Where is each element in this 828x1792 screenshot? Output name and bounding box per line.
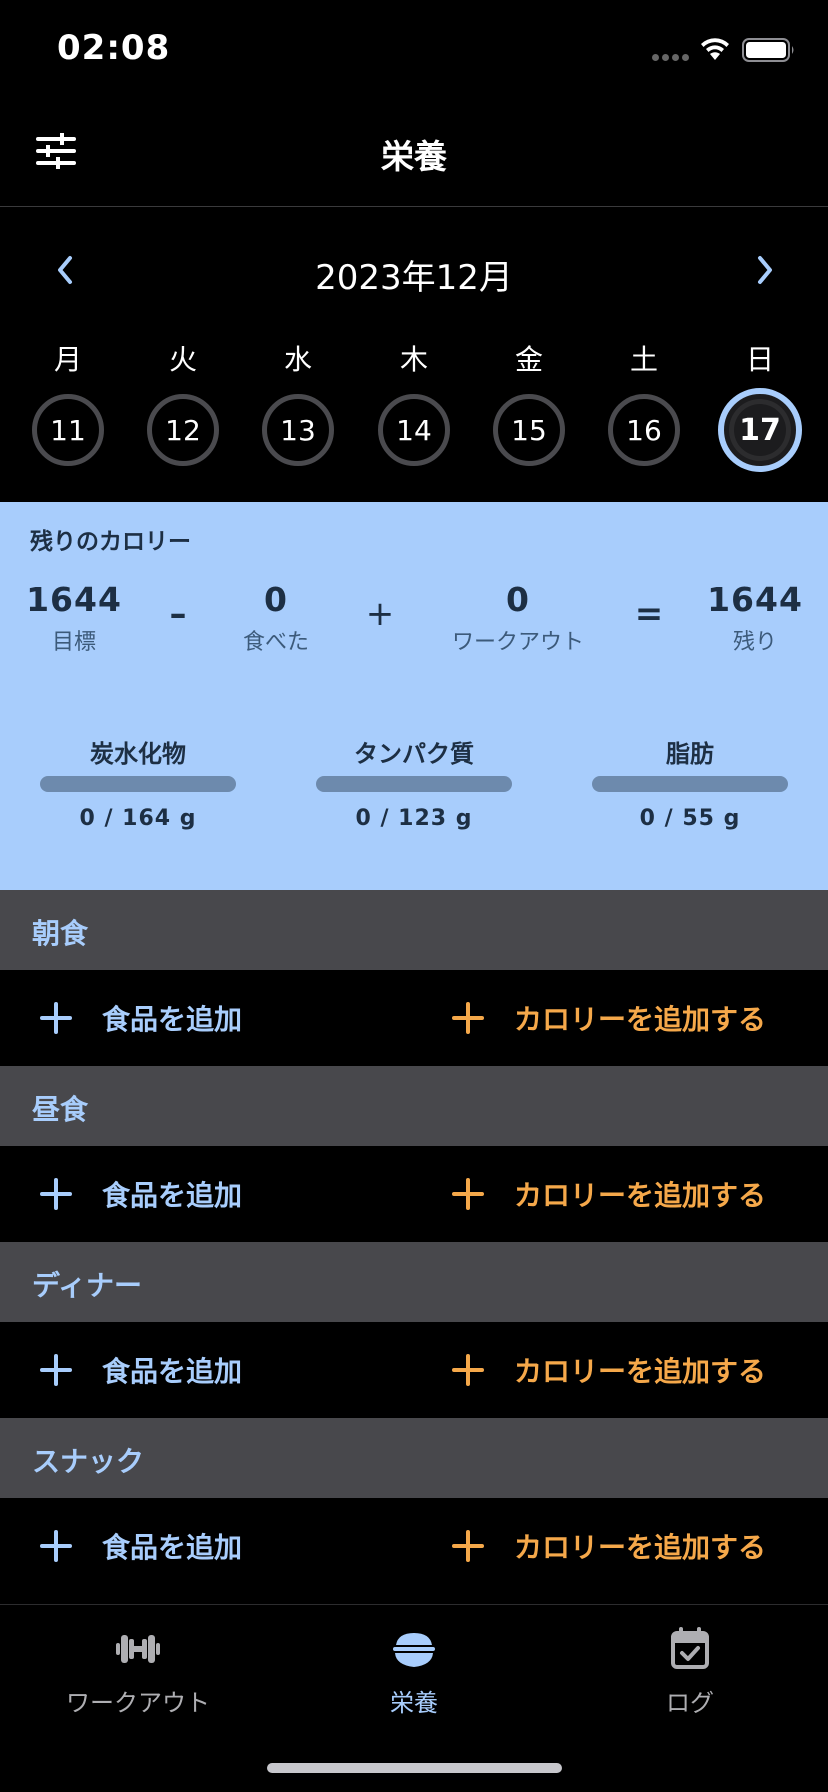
remaining-label: 残り <box>732 630 777 655</box>
plus-operator: + <box>365 594 395 634</box>
macro-fat-value: 0 / 55 g <box>639 806 741 831</box>
workout-label: ワークアウト <box>451 630 584 655</box>
add-food-label: 食品を追加 <box>102 1179 243 1212</box>
meal-header-snack: スナック <box>0 1418 828 1498</box>
day-button[interactable]: 13 <box>262 394 334 466</box>
summary-title: 残りのカロリー <box>30 529 191 555</box>
plus-icon <box>40 1002 72 1034</box>
meal-actions-breakfast: 食品を追加 カロリーを追加する <box>0 970 828 1066</box>
day-button[interactable]: 12 <box>147 394 219 466</box>
day-button[interactable]: 15 <box>493 394 565 466</box>
macro-carbs-value: 0 / 164 g <box>79 806 197 831</box>
calendar-check-icon <box>671 1627 709 1669</box>
add-food-button[interactable]: 食品を追加 <box>40 1322 242 1418</box>
goal-label: 目標 <box>51 630 96 655</box>
add-food-label: 食品を追加 <box>102 1531 243 1564</box>
rice-bowl-icon <box>393 1633 435 1667</box>
day-button[interactable]: 11 <box>32 394 104 466</box>
cellular-signal-icon <box>652 54 689 61</box>
meal-actions-lunch: 食品を追加 カロリーを追加する <box>0 1146 828 1242</box>
weekday-label: 日 <box>745 343 774 376</box>
add-calories-button[interactable]: カロリーを追加する <box>452 1322 766 1418</box>
add-calories-label: カロリーを追加する <box>514 1531 767 1564</box>
weekday-label: 土 <box>629 343 658 376</box>
macro-protein-label: タンパク質 <box>354 740 474 768</box>
add-food-button[interactable]: 食品を追加 <box>40 1498 242 1594</box>
page-title: 栄養 <box>381 137 447 176</box>
status-time: 02:08 <box>57 28 171 68</box>
macro-protein-progress-bar <box>316 776 512 792</box>
nav-header: 栄養 <box>0 100 828 207</box>
day-button[interactable]: 16 <box>608 394 680 466</box>
meal-actions-dinner: 食品を追加 カロリーを追加する <box>0 1322 828 1418</box>
macro-fat-label: 脂肪 <box>666 740 714 768</box>
weekday-label: 木 <box>399 343 428 376</box>
meal-header-lunch: 昼食 <box>0 1066 828 1146</box>
add-calories-label: カロリーを追加する <box>514 1003 767 1036</box>
meal-header-breakfast: 朝食 <box>0 890 828 970</box>
eaten-label: 食べた <box>242 630 309 655</box>
plus-icon <box>40 1178 72 1210</box>
chevron-right-icon[interactable] <box>750 252 780 288</box>
eaten-calories: 0 <box>264 580 288 619</box>
remaining-calories: 1644 <box>707 580 803 619</box>
add-food-button[interactable]: 食品を追加 <box>40 1146 242 1242</box>
dumbbell-icon <box>116 1635 160 1663</box>
weekday-label: 火 <box>168 343 197 376</box>
month-label: 2023年12月 <box>315 258 513 298</box>
macro-protein-value: 0 / 123 g <box>355 806 473 831</box>
goal-calories: 1644 <box>26 580 122 619</box>
tab-log[interactable]: ログ <box>552 1627 828 1737</box>
day-button[interactable]: 14 <box>378 394 450 466</box>
plus-icon <box>452 1354 484 1386</box>
tab-nutrition[interactable]: 栄養 <box>276 1627 552 1737</box>
macro-carbs-label: 炭水化物 <box>90 740 186 768</box>
home-indicator <box>267 1763 562 1773</box>
macro-fat-progress-bar <box>592 776 788 792</box>
weekday-label: 水 <box>283 343 312 376</box>
tab-label: 栄養 <box>390 1689 438 1717</box>
plus-icon <box>452 1178 484 1210</box>
status-bar: 02:08 <box>0 0 828 100</box>
meal-header-dinner: ディナー <box>0 1242 828 1322</box>
add-food-label: 食品を追加 <box>102 1355 243 1388</box>
meal-actions-snack: 食品を追加 カロリーを追加する <box>0 1498 828 1594</box>
wifi-icon <box>701 38 729 60</box>
add-calories-button[interactable]: カロリーを追加する <box>452 1146 766 1242</box>
meal-title: スナック <box>32 1445 145 1478</box>
equals-operator: = <box>634 594 664 634</box>
calorie-summary-panel: 残りのカロリー 1644 目標 – 0 食べた + 0 ワークアウト = 164… <box>0 502 828 890</box>
weekday-label: 金 <box>514 343 543 376</box>
meal-title: ディナー <box>32 1269 143 1302</box>
tab-label: ログ <box>666 1689 714 1717</box>
add-calories-button[interactable]: カロリーを追加する <box>452 970 766 1066</box>
tab-label: ワークアウト <box>66 1689 210 1717</box>
tab-workout[interactable]: ワークアウト <box>0 1627 276 1737</box>
minus-operator: – <box>169 594 187 634</box>
meal-title: 昼食 <box>32 1093 89 1126</box>
add-calories-label: カロリーを追加する <box>514 1355 767 1388</box>
workout-calories: 0 <box>506 580 530 619</box>
add-calories-label: カロリーを追加する <box>514 1179 767 1212</box>
add-food-label: 食品を追加 <box>102 1003 243 1036</box>
plus-icon <box>452 1530 484 1562</box>
weekday-label: 月 <box>53 343 82 376</box>
day-button-selected[interactable]: 17 <box>718 388 802 472</box>
add-calories-button[interactable]: カロリーを追加する <box>452 1498 766 1594</box>
meal-title: 朝食 <box>32 917 89 950</box>
plus-icon <box>40 1530 72 1562</box>
add-food-button[interactable]: 食品を追加 <box>40 970 242 1066</box>
month-navigation: 2023年12月 <box>0 240 828 300</box>
plus-icon <box>40 1354 72 1386</box>
macro-carbs-progress-bar <box>40 776 236 792</box>
battery-icon <box>742 38 794 62</box>
plus-icon <box>452 1002 484 1034</box>
